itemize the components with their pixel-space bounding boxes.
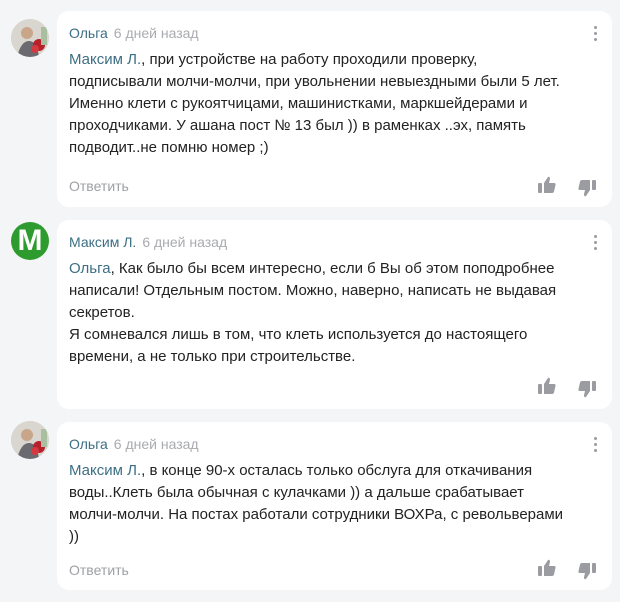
comment-line: , в конце 90-х осталась только обслуга д…: [141, 462, 533, 479]
comment-text: Ольга, Как было бы всем интересно, если …: [69, 258, 600, 368]
comment-line: )): [69, 528, 79, 545]
comment-line: написали! Отдельным постом. Можно, навер…: [69, 282, 557, 299]
comment-line: , Как было бы всем интересно, если б Вы …: [110, 260, 555, 277]
comment-line: молчи-молчи. На постах работали сотрудни…: [69, 506, 564, 523]
comment-line: времени, а не только при строительстве.: [69, 348, 356, 365]
author-name[interactable]: Ольга: [69, 436, 108, 452]
comment-line: проходчиками. У ашана пост № 13 был )) в…: [69, 117, 526, 134]
comment-time[interactable]: 6 дней назад: [114, 436, 199, 452]
comment-text: Максим Л., в конце 90-х осталась только …: [69, 460, 600, 548]
author-name[interactable]: Ольга: [69, 25, 108, 41]
comment-line: подводит..не помню номер ;): [69, 139, 269, 156]
avatar[interactable]: М: [11, 222, 49, 260]
mention-link[interactable]: Максим Л.: [69, 51, 141, 68]
thumbs-up-icon[interactable]: [536, 557, 558, 579]
comment-line: Я сомневался лишь в том, что клеть испол…: [69, 326, 528, 343]
comment-header: Максим Л. 6 дней назад: [69, 232, 227, 252]
comment-line: секретов.: [69, 304, 135, 321]
thumbs-down-icon[interactable]: [576, 177, 598, 199]
comment-header: Ольга 6 дней назад: [69, 434, 199, 454]
more-vertical-icon[interactable]: [588, 434, 602, 454]
mention-link[interactable]: Максим Л.: [69, 462, 141, 479]
mention-link[interactable]: Ольга: [69, 260, 111, 277]
avatar[interactable]: [11, 19, 49, 57]
thumbs-down-icon[interactable]: [576, 378, 598, 400]
comment-card: Ольга 6 дней назад Максим Л., при устройс…: [57, 11, 612, 207]
more-vertical-icon[interactable]: [588, 232, 602, 252]
avatar[interactable]: [11, 421, 49, 459]
comment-text: Максим Л., при устройстве на работу прох…: [69, 49, 600, 159]
reply-button[interactable]: Ответить: [69, 176, 129, 196]
comment-card: Максим Л. 6 дней назад Ольга, Как было бы…: [57, 220, 612, 409]
thumbs-up-icon[interactable]: [536, 375, 558, 397]
photo-avatar-icon: [11, 421, 49, 459]
comment-line: Именно клети с рукоятчицами, машинисткам…: [69, 95, 528, 112]
photo-avatar-icon: [11, 19, 49, 57]
more-vertical-icon[interactable]: [588, 23, 602, 43]
comment-time[interactable]: 6 дней назад: [114, 25, 199, 41]
comment-card: Ольга 6 дней назад Максим Л., в конце 90-…: [57, 422, 612, 590]
comment-line: подписывали молчи-молчи, при увольнении …: [69, 73, 560, 90]
comment-line: воды..Клеть была обычная с кулачками )) …: [69, 484, 525, 501]
author-name[interactable]: Максим Л.: [69, 234, 136, 250]
thumbs-up-icon[interactable]: [536, 174, 558, 196]
comment-line: , при устройстве на работу проходили про…: [141, 51, 478, 68]
reply-button[interactable]: Ответить: [69, 560, 129, 580]
comment-time[interactable]: 6 дней назад: [142, 234, 227, 250]
thumbs-down-icon[interactable]: [576, 560, 598, 582]
comment-header: Ольга 6 дней назад: [69, 23, 199, 43]
